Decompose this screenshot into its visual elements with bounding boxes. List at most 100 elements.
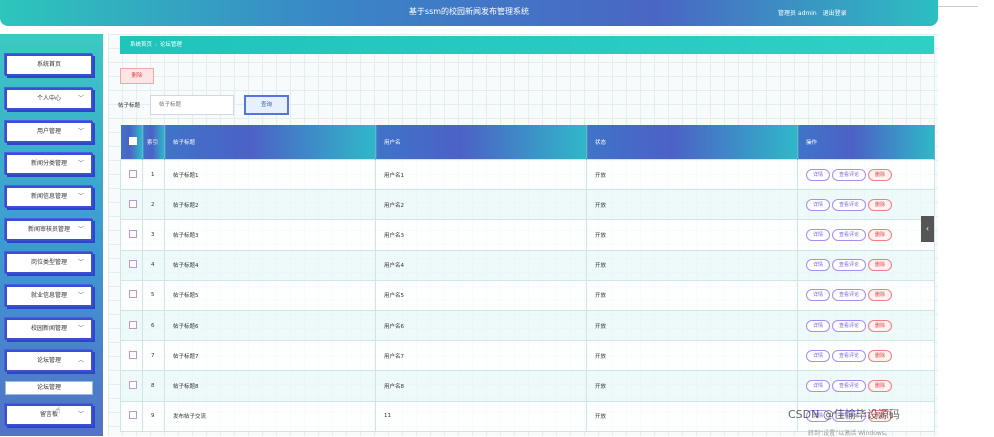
row-checkbox[interactable]	[129, 411, 137, 420]
breadcrumb-home[interactable]: 系统首页	[130, 42, 152, 48]
detail-button[interactable]: 详情	[806, 379, 831, 392]
row-delete-button[interactable]: 删除	[868, 379, 893, 392]
detail-button[interactable]: 详情	[806, 228, 831, 241]
row-delete-button[interactable]: 删除	[868, 349, 893, 362]
sidebar-item-forum[interactable]: 论坛管理 ︿	[5, 350, 93, 372]
top-header: 基于ssm的校园新闻发布管理系统 管理员 admin 退出登录	[0, 0, 938, 26]
table-row: 4 帖子标题4 用户名4 开放 详情 查看评论 删除	[120, 249, 935, 281]
row-status: 开放	[586, 309, 798, 342]
row-index: 9	[142, 400, 165, 432]
tab-strip-line	[938, 0, 978, 7]
sidebar-item-label: 用户管理	[36, 128, 61, 135]
column-header-title: 帖子标题	[164, 125, 376, 160]
sidebar-item-job-types[interactable]: 岗位类型管理 ﹀	[5, 252, 93, 274]
row-delete-button[interactable]: 删除	[868, 228, 893, 241]
row-username: 用户名3	[375, 219, 587, 251]
sidebar-item-news-category[interactable]: 新闻分类管理 ﹀	[5, 153, 93, 175]
collapse-handle-icon[interactable]: ‹	[921, 216, 934, 242]
view-comments-button[interactable]: 查看评论	[832, 259, 867, 272]
delete-button[interactable]: 删除	[120, 68, 154, 84]
row-checkbox[interactable]	[129, 380, 137, 389]
row-index: 6	[142, 309, 165, 342]
row-delete-button[interactable]: 删除	[868, 319, 893, 332]
breadcrumb: 系统首页: 论坛管理	[120, 36, 934, 54]
sidebar-item-campus-news[interactable]: 校园新闻管理 ﹀	[5, 318, 93, 340]
row-username: 11	[375, 400, 587, 432]
view-comments-button[interactable]: 查看评论	[832, 228, 867, 241]
row-title: 帖子标题6	[164, 309, 376, 342]
row-select-cell[interactable]	[120, 189, 143, 221]
row-delete-button[interactable]: 删除	[868, 198, 893, 211]
row-actions: 详情 查看评论 删除	[797, 249, 935, 281]
row-index: 4	[142, 249, 165, 281]
sidebar-item-label: 新闻审核员管理	[27, 226, 70, 233]
user-area: 管理员 admin 退出登录	[778, 8, 851, 17]
row-title: 帖子标题4	[164, 249, 376, 281]
sidebar-item-employment[interactable]: 就业信息管理 ﹀	[5, 285, 93, 307]
detail-button[interactable]: 详情	[806, 289, 831, 302]
main-content: 系统首页:论坛管理 删除 帖子标题 查询 索引 帖子标题 用户名 状态 操作 1…	[108, 34, 938, 436]
row-index: 5	[142, 279, 165, 311]
view-comments-button[interactable]: 查看评论	[832, 379, 867, 392]
sidebar-item-label: 系统首页	[36, 61, 61, 68]
row-checkbox[interactable]	[129, 260, 137, 269]
row-checkbox[interactable]	[129, 350, 137, 359]
search-button[interactable]: 查询	[244, 95, 289, 115]
row-delete-button[interactable]: 删除	[868, 259, 893, 272]
row-username: 用户名5	[375, 279, 587, 311]
detail-button[interactable]: 详情	[806, 349, 831, 362]
row-username: 用户名4	[375, 249, 587, 281]
row-index: 2	[142, 189, 165, 221]
row-select-cell[interactable]	[120, 158, 143, 191]
view-comments-button[interactable]: 查看评论	[832, 289, 867, 302]
sidebar-subitem-forum[interactable]: 论坛管理	[5, 381, 93, 395]
view-comments-button[interactable]: 查看评论	[832, 319, 867, 332]
row-select-cell[interactable]	[120, 309, 143, 342]
row-actions: 详情 查看评论 删除	[797, 340, 935, 372]
row-status: 开放	[586, 400, 798, 432]
row-checkbox[interactable]	[129, 199, 137, 208]
breadcrumb-separator: :	[155, 42, 157, 48]
row-select-cell[interactable]	[120, 279, 143, 311]
view-comments-button[interactable]: 查看评论	[832, 198, 867, 211]
logout-link[interactable]: 退出登录	[823, 10, 847, 17]
row-checkbox[interactable]	[129, 169, 137, 178]
detail-button[interactable]: 详情	[806, 168, 831, 181]
row-username: 用户名8	[375, 370, 587, 402]
search-input[interactable]	[150, 95, 234, 115]
detail-button[interactable]: 详情	[806, 259, 831, 272]
column-header-status: 状态	[586, 125, 798, 160]
sidebar-item-label: 就业信息管理	[30, 292, 67, 299]
sidebar-item-home[interactable]: 系统首页	[5, 54, 93, 76]
row-select-cell[interactable]	[120, 400, 143, 432]
row-checkbox[interactable]	[129, 320, 137, 329]
row-title: 帖子标题5	[164, 279, 376, 311]
sidebar-item-message-board[interactable]: 留言板 ﹀	[5, 404, 93, 426]
chevron-up-icon: ︿	[77, 357, 84, 364]
row-select-cell[interactable]	[120, 249, 143, 281]
select-all-checkbox[interactable]	[128, 137, 137, 145]
user-label: 管理员 admin	[778, 10, 817, 17]
row-select-cell[interactable]	[120, 340, 143, 372]
row-select-cell[interactable]	[120, 370, 143, 402]
row-select-cell[interactable]	[120, 219, 143, 251]
sidebar-item-users[interactable]: 用户管理 ﹀	[5, 121, 93, 143]
row-checkbox[interactable]	[129, 229, 137, 238]
detail-button[interactable]: 详情	[806, 319, 831, 332]
row-checkbox[interactable]	[129, 290, 137, 299]
row-username: 用户名2	[375, 189, 587, 221]
sidebar-item-label: 新闻分类管理	[30, 160, 67, 167]
sidebar-item-profile[interactable]: 个人中心 ﹀	[5, 88, 93, 110]
row-actions: 详情 查看评论 删除	[797, 309, 935, 342]
select-all-cell[interactable]	[120, 125, 143, 160]
table-row: 2 帖子标题2 用户名2 开放 详情 查看评论 删除	[120, 189, 935, 221]
detail-button[interactable]: 详情	[806, 198, 831, 211]
row-delete-button[interactable]: 删除	[868, 289, 893, 302]
row-title: 帖子标题3	[164, 219, 376, 251]
view-comments-button[interactable]: 查看评论	[832, 168, 867, 181]
chevron-down-icon: ﹀	[77, 193, 84, 200]
row-delete-button[interactable]: 删除	[868, 168, 893, 181]
sidebar-item-reviewers[interactable]: 新闻审核员管理 ﹀	[5, 219, 93, 241]
sidebar-item-news-info[interactable]: 新闻信息管理 ﹀	[5, 186, 93, 208]
view-comments-button[interactable]: 查看评论	[832, 349, 867, 362]
